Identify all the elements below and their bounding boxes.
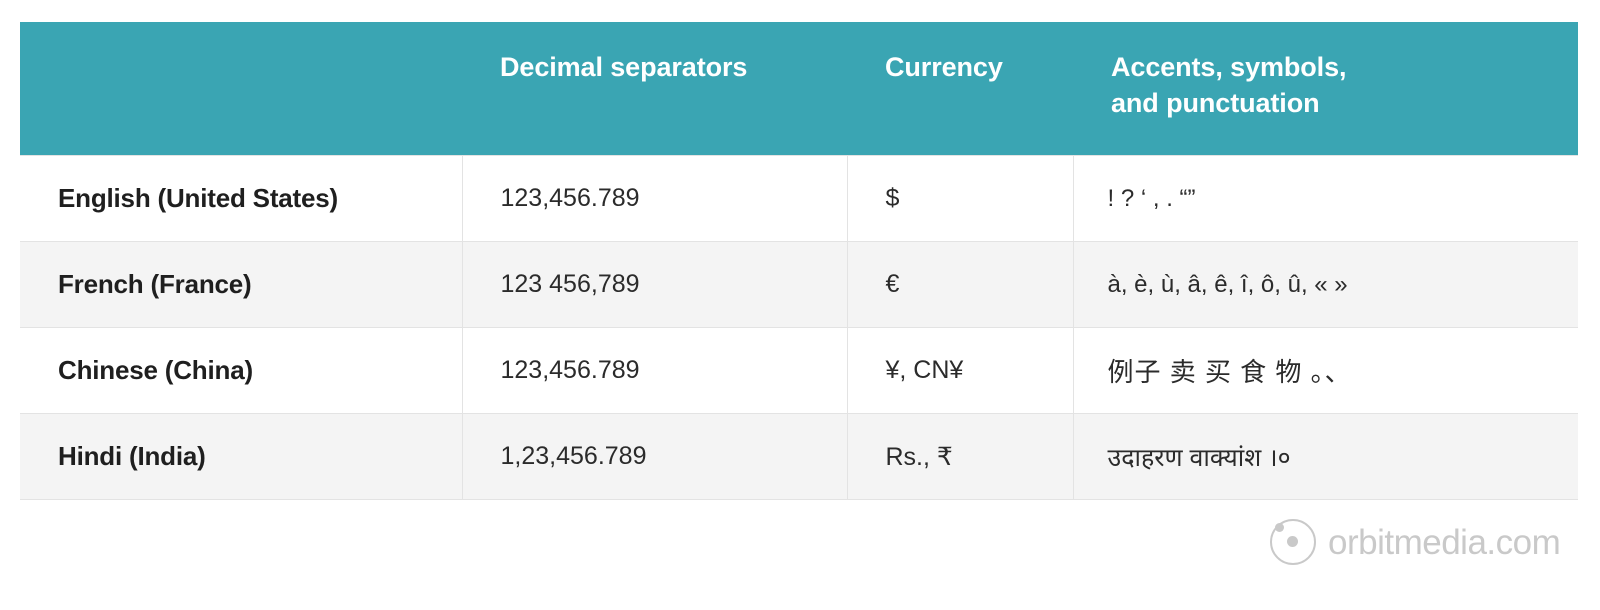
cell-currency: Rs., ₹ [847,414,1073,500]
orbit-satellite-dot-shape [1275,523,1284,532]
table-body: English (United States) 123,456.789 $ ! … [20,156,1578,500]
cell-currency: € [847,242,1073,328]
cell-language: English (United States) [20,156,462,242]
cell-currency: ¥, CN¥ [847,328,1073,414]
cell-accents: à, è, ù, â, ê, î, ô, û, « » [1073,242,1578,328]
cell-accents: उदाहरण वाक्यांश ।० [1073,414,1578,500]
cell-decimal-separators: 123 456,789 [462,242,847,328]
orbit-circle-icon [1270,519,1316,565]
table-header-row: Decimal separators Currency Accents, sym… [20,22,1578,156]
locale-table-container: Decimal separators Currency Accents, sym… [20,22,1578,500]
table-row: English (United States) 123,456.789 $ ! … [20,156,1578,242]
orbitmedia-logo: orbitmedia.com [1270,519,1560,565]
cell-language: French (France) [20,242,462,328]
page-root: Decimal separators Currency Accents, sym… [0,0,1600,610]
table-row: Chinese (China) 123,456.789 ¥, CN¥ 例子 卖 … [20,328,1578,414]
table-row: French (France) 123 456,789 € à, è, ù, â… [20,242,1578,328]
locale-comparison-table: Decimal separators Currency Accents, sym… [20,22,1578,500]
column-header-accents-line1: Accents, symbols, [1111,52,1346,82]
table-row: Hindi (India) 1,23,456.789 Rs., ₹ उदाहरण… [20,414,1578,500]
column-header-accents-symbols-punctuation: Accents, symbols, and punctuation [1073,22,1578,156]
cell-accents: 例子 卖 买 食 物 。、 [1073,328,1578,414]
column-header-decimal-separators: Decimal separators [462,22,847,156]
cell-accents: ! ? ‘ , . “” [1073,156,1578,242]
cell-decimal-separators: 123,456.789 [462,328,847,414]
orbit-center-dot-shape [1287,536,1298,547]
cell-decimal-separators: 1,23,456.789 [462,414,847,500]
column-header-accents-line2: and punctuation [1111,88,1319,118]
column-header-language [20,22,462,156]
cell-currency: $ [847,156,1073,242]
cell-decimal-separators: 123,456.789 [462,156,847,242]
table-header: Decimal separators Currency Accents, sym… [20,22,1578,156]
cell-language: Chinese (China) [20,328,462,414]
cell-language: Hindi (India) [20,414,462,500]
logo-wordmark: orbitmedia.com [1328,525,1560,560]
column-header-currency: Currency [847,22,1073,156]
